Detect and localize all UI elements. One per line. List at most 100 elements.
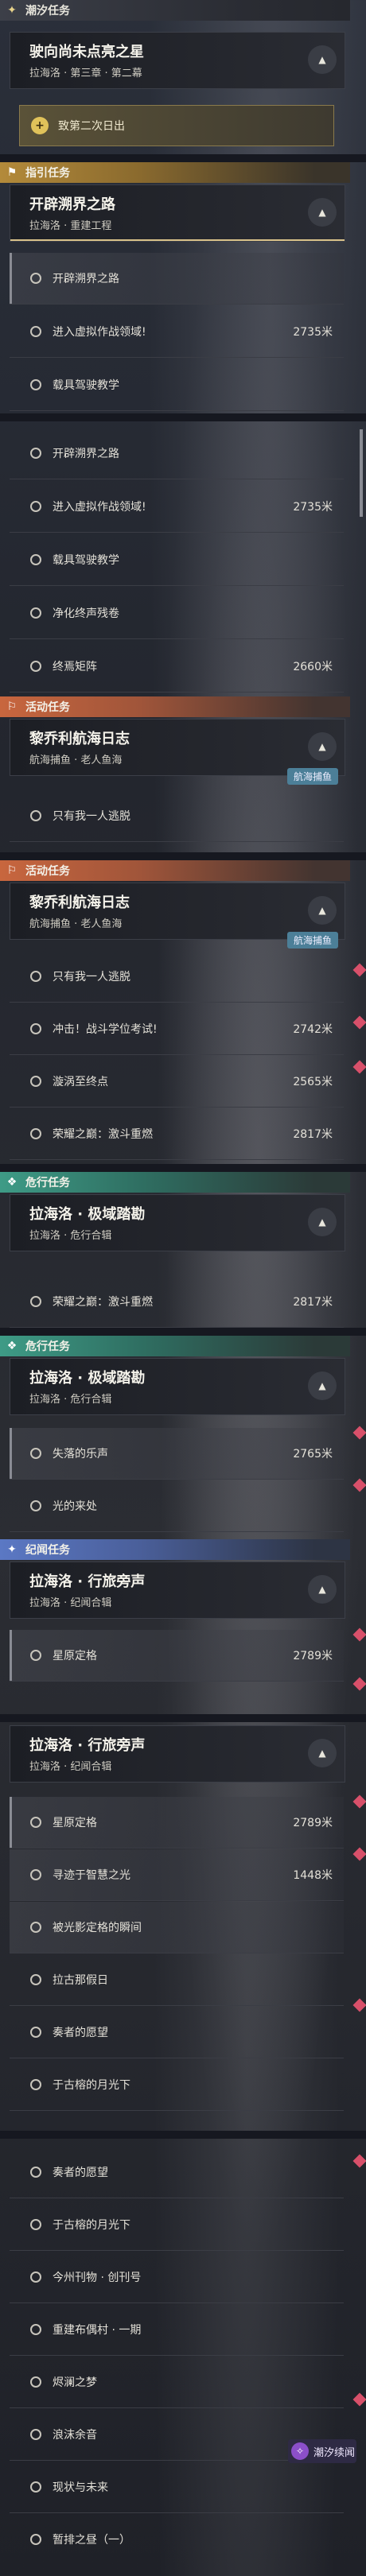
step-label: 开辟溯界之路 <box>53 448 119 460</box>
step-label: 失落的乐声 <box>53 1448 108 1461</box>
category-label: 潮汐任务 <box>25 5 70 17</box>
quest-card-guide[interactable]: 开辟溯界之路 拉海洛 · 重建工程 ▲ <box>10 184 345 242</box>
quest-step[interactable]: 星原定格 2789米 <box>10 1797 344 1849</box>
circle-icon <box>30 326 41 337</box>
quest-step[interactable]: 荣耀之巅：激斗重燃 2817米 <box>10 1276 344 1328</box>
quest-step[interactable]: 进入虚拟作战领域! 2735米 <box>10 306 344 358</box>
category-header-event: ⚐ 活动任务 <box>0 860 350 881</box>
step-distance: 1448米 <box>293 1869 333 1882</box>
circle-icon <box>30 2481 41 2493</box>
flag-icon: ⚐ <box>6 700 18 713</box>
quest-card-tide[interactable]: 驶向尚未点亮之星 拉海洛 · 第三章 · 第二幕 ▲ <box>10 32 345 89</box>
quest-step[interactable]: 现状与未来 <box>10 2462 344 2513</box>
collapse-button[interactable]: ▲ <box>308 45 337 74</box>
step-distance: 2765米 <box>293 1448 333 1461</box>
circle-icon <box>30 1869 41 1880</box>
step-label: 进入虚拟作战领域! <box>53 326 146 339</box>
quest-step[interactable]: 星原定格 2789米 <box>10 1630 344 1682</box>
event-tag: 航海捕鱼 <box>286 768 338 785</box>
quest-step[interactable]: 今州刊物 · 创刊号 <box>10 2252 344 2303</box>
goal-item[interactable]: + 致第二次日出 <box>19 105 334 146</box>
circle-icon <box>30 1296 41 1307</box>
quest-step[interactable]: 净化终声残卷 <box>10 588 344 639</box>
step-label: 净化终声残卷 <box>53 607 119 620</box>
quest-subtitle: 拉海洛 · 危行合辑 <box>29 1230 112 1242</box>
quest-step[interactable]: 暂排之昼（一） <box>10 2514 344 2565</box>
collapse-button[interactable]: ▲ <box>308 896 337 925</box>
category-header-danger: ❖ 危行任务 <box>0 1172 350 1193</box>
divider <box>0 154 366 162</box>
quest-card-event[interactable]: 黎乔利航海日志 航海捕鱼 · 老人鱼海 ▲ 航海捕鱼 <box>10 719 345 785</box>
category-label: 指引任务 <box>25 167 70 180</box>
circle-icon <box>30 1650 41 1661</box>
star-icon: ✦ <box>7 1543 17 1556</box>
quest-step[interactable]: 载具驾驶教学 <box>10 534 344 586</box>
plus-icon: + <box>31 117 49 134</box>
collapse-button[interactable]: ▲ <box>308 198 337 227</box>
collapse-button[interactable]: ▲ <box>308 732 337 761</box>
quest-step[interactable]: 奏者的愿望 <box>10 2007 344 2058</box>
quest-step[interactable]: 于古榕的月光下 <box>10 2059 344 2111</box>
tracking-marker-icon <box>352 1060 366 1074</box>
scrollbar[interactable] <box>360 429 363 517</box>
collapse-button[interactable]: ▲ <box>308 1739 337 1767</box>
quest-step[interactable]: 于古榕的月光下 <box>10 2199 344 2251</box>
quest-step[interactable]: 冲击！战斗学位考试! 2742米 <box>10 1003 344 1055</box>
quest-step[interactable]: 只有我一人逃脱 <box>10 790 344 842</box>
quest-step[interactable]: 被光影定格的瞬间 <box>10 1902 344 1953</box>
quest-step[interactable]: 开辟溯界之路 <box>10 253 344 305</box>
category-header-guide: ⚑ 指引任务 <box>0 162 350 183</box>
quest-step[interactable]: 寻迹于智慧之光 1448米 <box>10 1849 344 1901</box>
tracking-marker-icon <box>352 1794 366 1809</box>
quest-subtitle: 拉海洛 · 第三章 · 第二幕 <box>29 68 142 80</box>
quest-step[interactable]: 拉古那假日 <box>10 1954 344 2006</box>
quest-step[interactable]: 开辟溯界之路 <box>10 428 344 479</box>
circle-icon <box>30 1076 41 1087</box>
quest-step[interactable]: 进入虚拟作战领域! 2735米 <box>10 481 344 533</box>
step-distance: 2789米 <box>293 1817 333 1829</box>
quest-step[interactable]: 烬澜之梦 <box>10 2357 344 2408</box>
step-label: 终焉矩阵 <box>53 661 97 673</box>
quest-step[interactable]: 终焉矩阵 2660米 <box>10 641 344 692</box>
quest-step[interactable]: 只有我一人逃脱 <box>10 951 344 1003</box>
category-header-chronicle: ✦ 纪闻任务 <box>0 1539 350 1560</box>
circle-icon <box>30 2429 41 2440</box>
tide-news-badge[interactable]: ✧ 潮汐续闻 <box>288 2439 356 2463</box>
circle-icon <box>30 810 41 821</box>
circle-icon <box>30 554 41 565</box>
collapse-button[interactable]: ▲ <box>308 1371 337 1400</box>
quest-step[interactable]: 光的来处 <box>10 1480 344 1532</box>
quest-card-chronicle[interactable]: 拉海洛 · 行旅旁声 拉海洛 · 纪闻合辑 ▲ <box>10 1562 345 1619</box>
category-label: 纪闻任务 <box>25 1544 70 1557</box>
step-label: 奏者的愿望 <box>53 2167 108 2179</box>
quest-step[interactable]: 重建布偶村 · 一期 <box>10 2304 344 2356</box>
collapse-button[interactable]: ▲ <box>308 1208 337 1236</box>
quest-step[interactable]: 漩涡至终点 2565米 <box>10 1056 344 1108</box>
step-label: 载具驾驶教学 <box>53 554 119 567</box>
quest-step[interactable]: 失落的乐声 2765米 <box>10 1428 344 1480</box>
step-distance: 2742米 <box>293 1023 333 1036</box>
collapse-button[interactable]: ▲ <box>308 1575 337 1604</box>
quest-step[interactable]: 载具驾驶教学 <box>10 359 344 411</box>
quest-card-danger[interactable]: 拉海洛 · 极域踏勘 拉海洛 · 危行合辑 ▲ <box>10 1194 345 1251</box>
step-distance: 2735米 <box>293 501 333 514</box>
danger-icon: ❖ <box>6 1176 18 1189</box>
quest-card-event[interactable]: 黎乔利航海日志 航海捕鱼 · 老人鱼海 ▲ 航海捕鱼 <box>10 883 345 949</box>
quest-card-danger[interactable]: 拉海洛 · 极域踏勘 拉海洛 · 危行合辑 ▲ <box>10 1358 345 1415</box>
quest-step[interactable]: 奏者的愿望 <box>10 2147 344 2198</box>
quest-subtitle: 拉海洛 · 重建工程 <box>29 220 112 232</box>
quest-card-chronicle[interactable]: 拉海洛 · 行旅旁声 拉海洛 · 纪闻合辑 ▲ <box>10 1725 345 1783</box>
quest-step[interactable]: 荣耀之巅：激斗重燃 2817米 <box>10 1108 344 1160</box>
circle-icon <box>30 379 41 390</box>
step-distance: 2817米 <box>293 1296 333 1309</box>
circle-icon <box>30 2167 41 2178</box>
quest-title: 拉海洛 · 极域踏勘 <box>29 1206 146 1223</box>
category-label: 危行任务 <box>25 1177 70 1189</box>
category-header-danger: ❖ 危行任务 <box>0 1336 350 1356</box>
quest-subtitle: 拉海洛 · 纪闻合辑 <box>29 1597 112 1609</box>
goal-label: 致第二次日出 <box>58 120 125 133</box>
step-label: 星原定格 <box>53 1817 97 1829</box>
step-label: 荣耀之巅：激斗重燃 <box>53 1296 153 1309</box>
step-distance: 2660米 <box>293 661 333 673</box>
circle-icon <box>30 1974 41 1985</box>
